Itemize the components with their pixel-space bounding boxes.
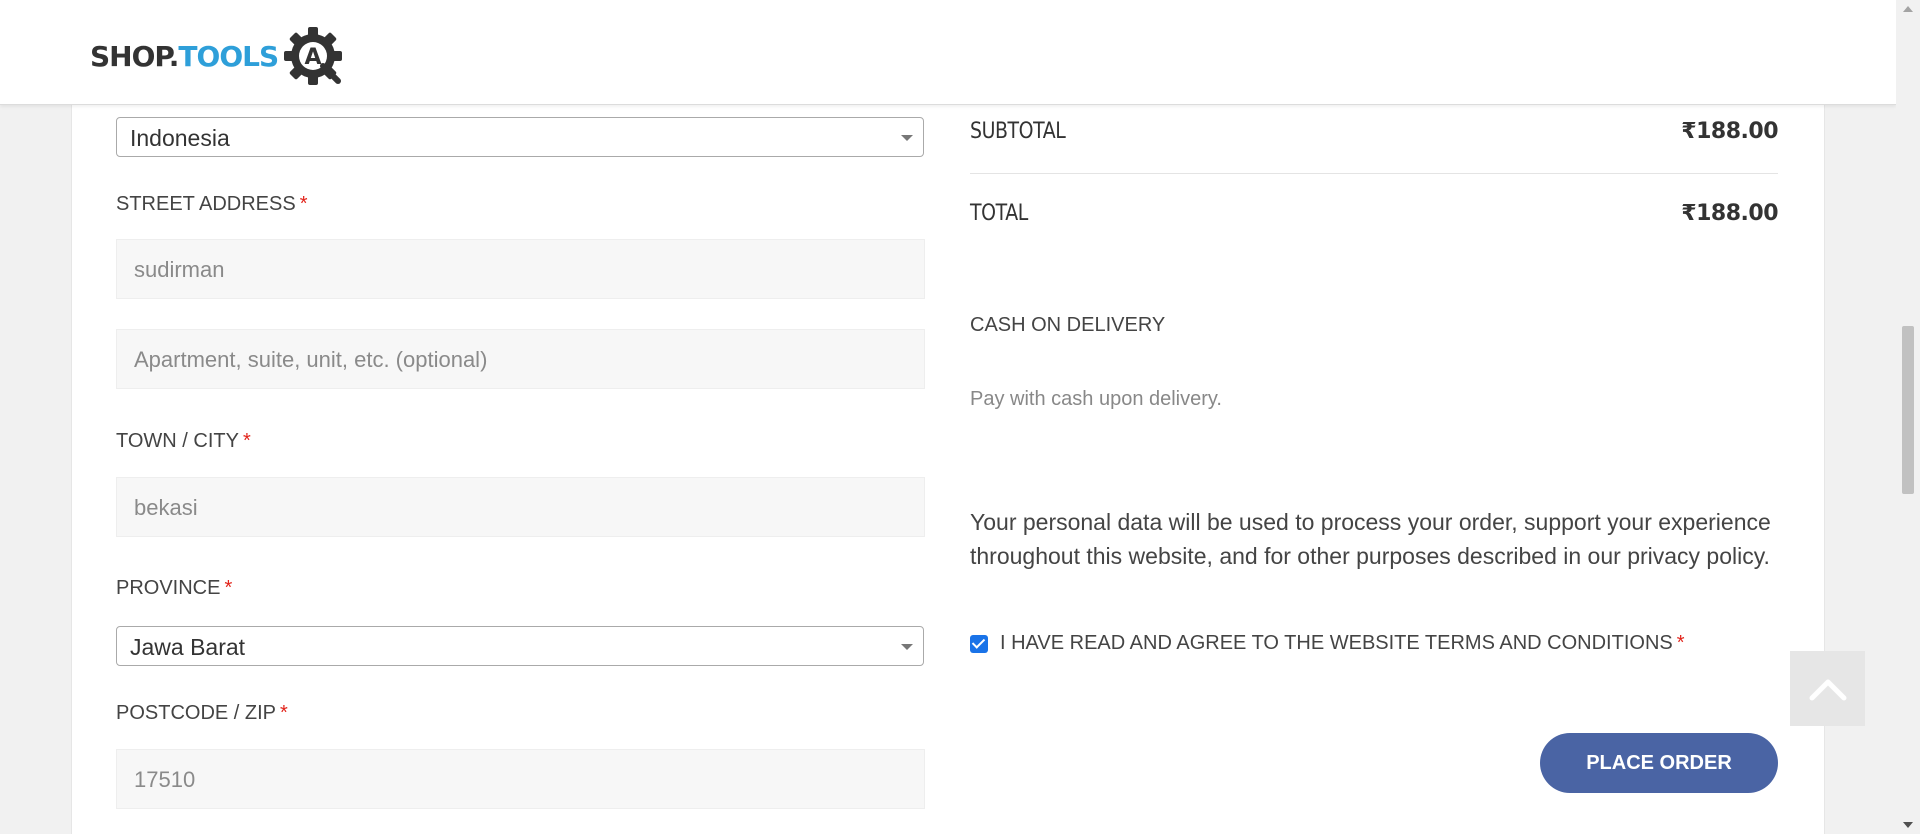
caret-down-icon [901, 644, 913, 650]
payment-method-title[interactable]: CASH ON DELIVERY [970, 314, 1165, 337]
total-label: TOTAL [970, 201, 1028, 226]
place-order-button[interactable]: PLACE ORDER [1540, 733, 1778, 793]
street-address-label: STREET ADDRESS * [116, 193, 308, 215]
summary-divider [970, 173, 1778, 174]
subtotal-value: ₹188.00 [1681, 119, 1778, 144]
payment-method-description: Pay with cash upon delivery. [970, 388, 1222, 410]
scroll-to-top-button[interactable] [1790, 651, 1865, 726]
logo-text: SHOP.TOOLS [90, 39, 279, 73]
province-select-value: Jawa Barat [130, 634, 246, 660]
site-header: SHOP.TOOLS A [0, 0, 1896, 105]
terms-checkbox[interactable] [970, 634, 988, 653]
apartment-input[interactable]: Apartment, suite, unit, etc. (optional) [116, 329, 925, 389]
required-mark: * [224, 577, 233, 599]
scroll-down-arrow-icon[interactable] [1903, 822, 1913, 828]
scroll-up-arrow-icon[interactable] [1903, 6, 1913, 12]
postcode-value: 17510 [134, 767, 196, 792]
town-city-value: bekasi [134, 495, 198, 520]
street-address-input[interactable]: sudirman [116, 239, 925, 299]
required-mark: * [280, 702, 288, 724]
privacy-policy-link[interactable]: privacy policy [1627, 543, 1763, 569]
country-select-value: Indonesia [130, 125, 230, 151]
apartment-placeholder: Apartment, suite, unit, etc. (optional) [134, 347, 488, 372]
site-logo[interactable]: SHOP.TOOLS A [90, 22, 346, 90]
required-mark: * [1676, 632, 1685, 654]
postcode-input[interactable]: 17510 [116, 749, 925, 809]
logo-tools-text: TOOLS [178, 39, 279, 73]
gear-icon: A [284, 27, 343, 85]
terms-label[interactable]: I HAVE READ AND AGREE TO THE WEBSITE TER… [1000, 632, 1685, 655]
page-scrollbar[interactable] [1896, 0, 1920, 834]
town-city-label: TOWN / CITY * [116, 430, 251, 452]
total-value: ₹188.00 [1681, 201, 1778, 226]
province-select[interactable]: Jawa Barat [116, 626, 924, 666]
subtotal-label: SUBTOTAL [970, 119, 1066, 144]
postcode-label: POSTCODE / ZIP * [116, 702, 288, 724]
province-label: PROVINCE * [116, 577, 233, 599]
chevron-up-icon [1809, 679, 1846, 700]
required-mark: * [242, 430, 251, 452]
caret-down-icon [901, 135, 913, 141]
privacy-notice: Your personal data will be used to proce… [970, 509, 1771, 569]
logo-shop-text: SHOP. [90, 39, 179, 73]
terms-row: I HAVE READ AND AGREE TO THE WEBSITE TER… [970, 632, 1685, 655]
required-mark: * [299, 193, 308, 215]
scrollbar-thumb[interactable] [1902, 326, 1914, 494]
street-address-value: sudirman [134, 257, 225, 282]
town-city-input[interactable]: bekasi [116, 477, 925, 537]
country-select[interactable]: Indonesia [116, 117, 924, 157]
logo-gear-letter: A [305, 45, 322, 70]
